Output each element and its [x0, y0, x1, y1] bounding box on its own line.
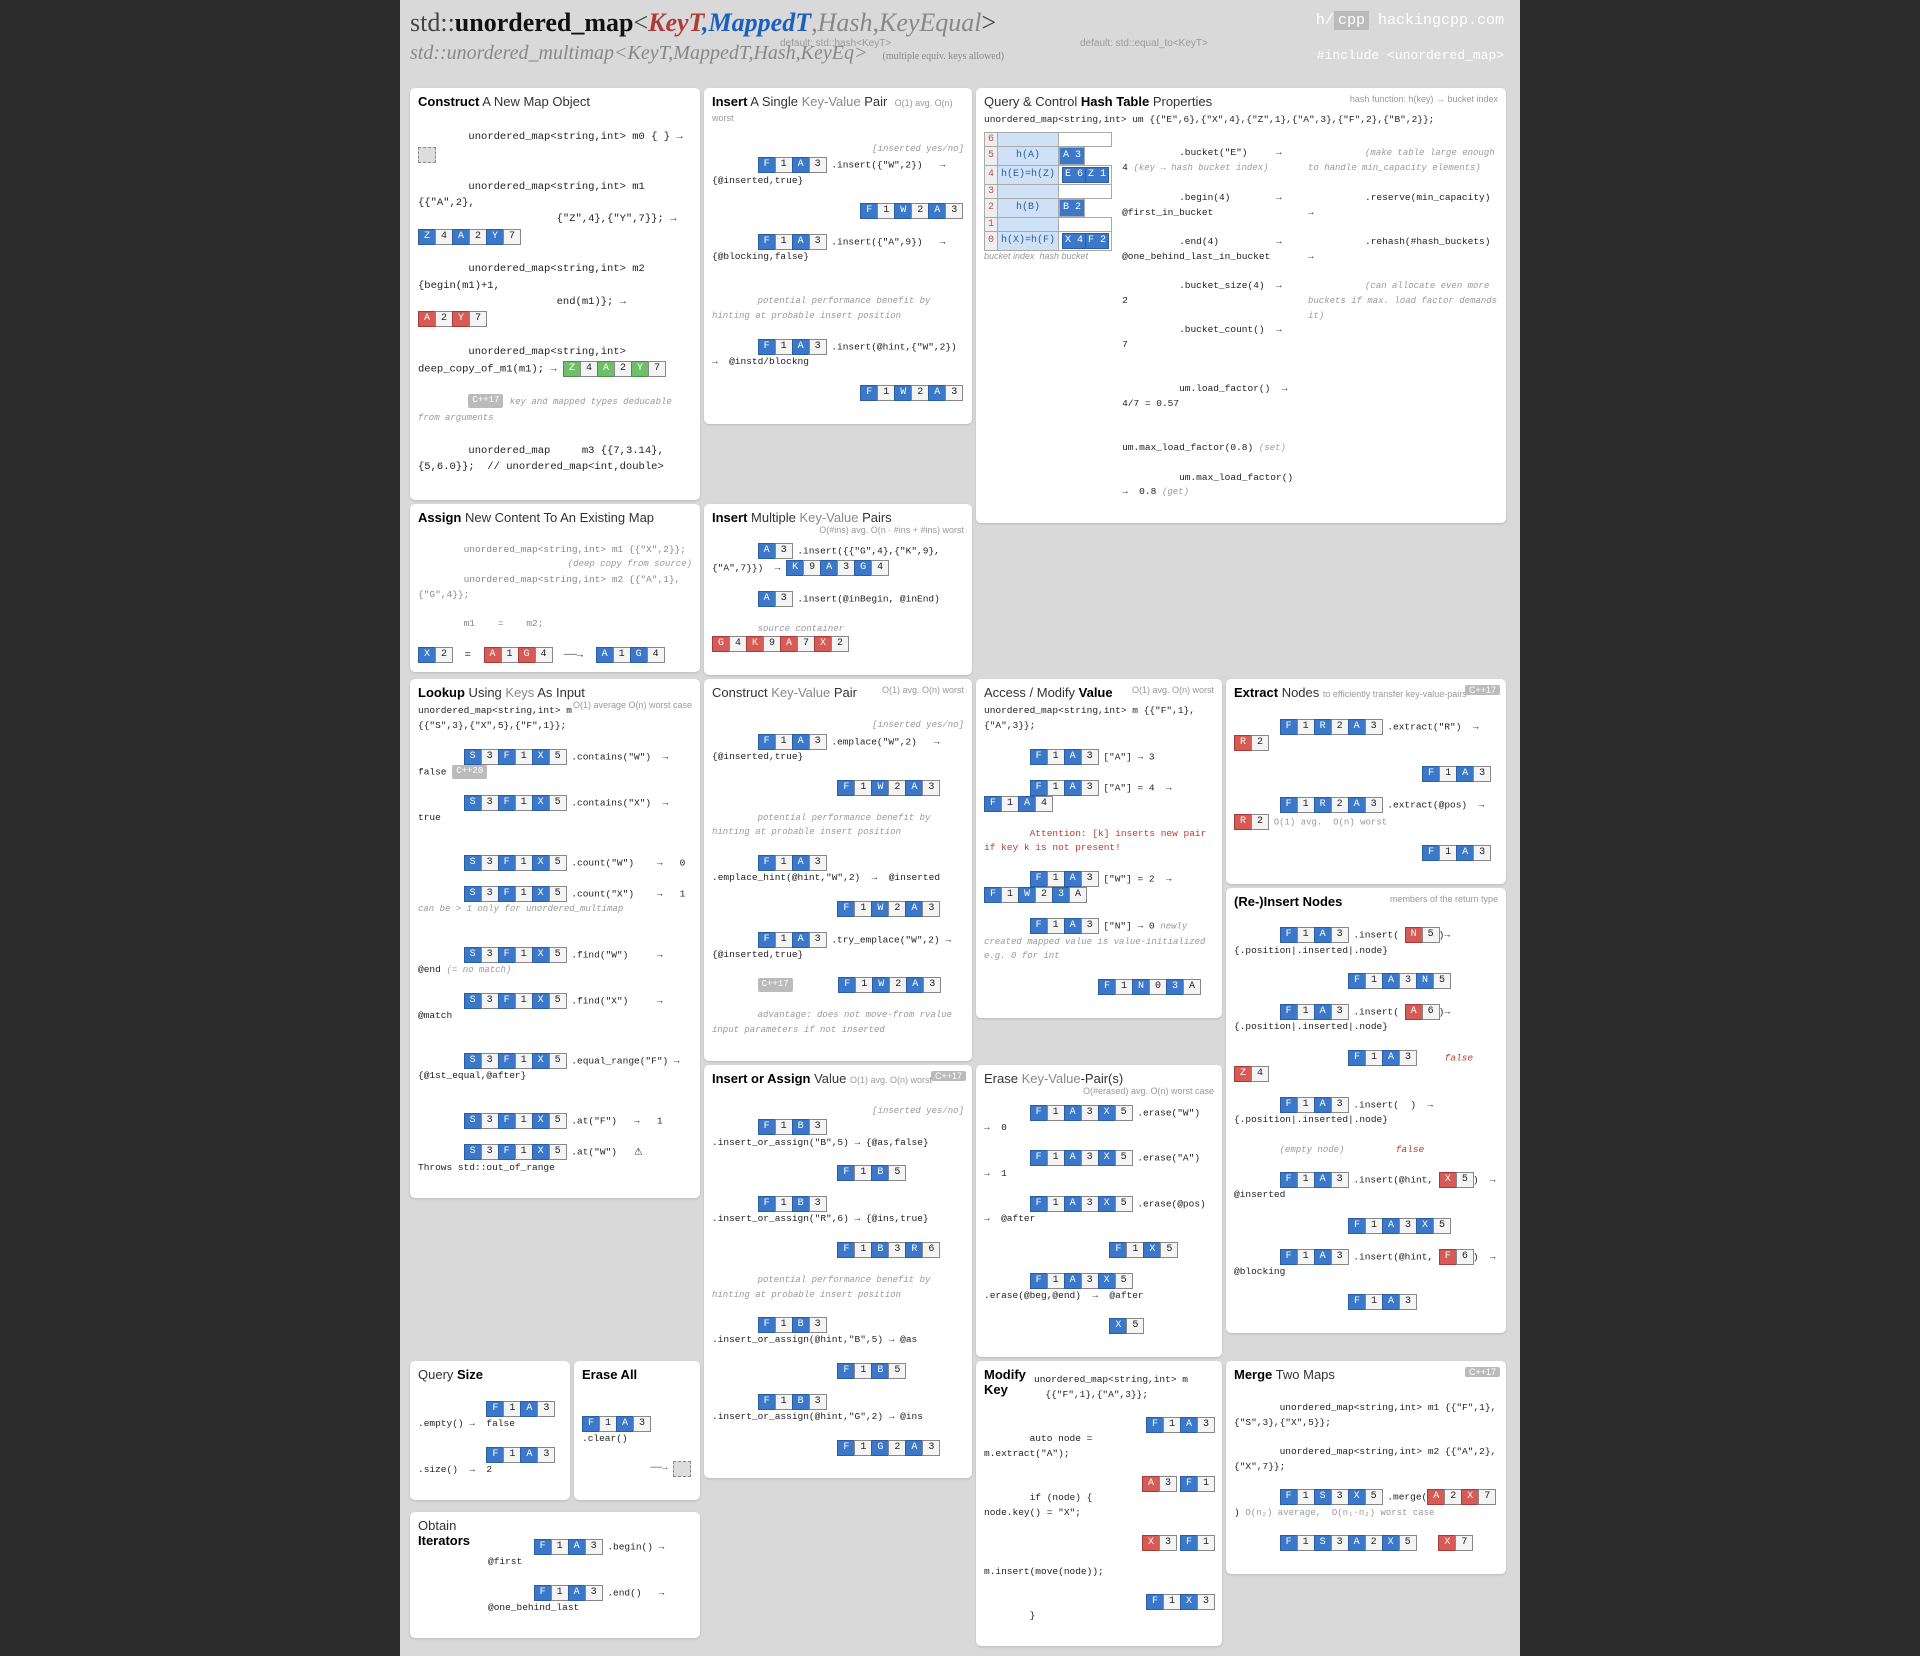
include-directive: #include <unordered_map>	[1317, 48, 1504, 63]
key-type: KeyT	[648, 8, 702, 37]
card-insert-or-assign: C++17 Insert or Assign Value O(1) avg. O…	[704, 1065, 972, 1479]
card-reinsert: (Re-)Insert Nodes members of the return …	[1226, 888, 1506, 1334]
card-construct: Construct A New Map Object unordered_map…	[410, 88, 700, 500]
card-erase-all: Erase All F1A3 .clear() ──→	[574, 1361, 700, 1500]
ns-prefix: std::	[410, 8, 455, 37]
default-hash-note: default: std::hash<KeyT>	[780, 38, 891, 49]
type-name: unordered_map	[455, 8, 634, 37]
card-hash-properties: Query & Control Hash Table Properties ha…	[976, 88, 1506, 523]
row-size-erase: Query Size F1A3 .empty() → false F1A3 .s…	[410, 1361, 700, 1500]
card-assign: Assign New Content To An Existing Map un…	[410, 504, 700, 672]
cheat-sheet: std::unordered_map<KeyT,MappedT,Hash,Key…	[400, 0, 1520, 1656]
cpp-badge: cpp	[1334, 11, 1369, 30]
mapped-type: ,MappedT	[702, 8, 811, 37]
hash-table-diagram: 6 5h(A)A 3 4h(E)=h(Z)E 6Z 1 3 2h(B)B 2 1…	[984, 132, 1112, 515]
multi-note: (multiple equiv. keys allowed)	[883, 51, 1005, 62]
card-insert-multi: Insert Multiple Key-Value Pairs O(#ins) …	[704, 504, 972, 676]
card-extract: C++17 Extract Nodes to efficiently trans…	[1226, 679, 1506, 883]
card-merge: C++17 Merge Two Maps unordered_map<strin…	[1226, 1361, 1506, 1574]
card-size: Query Size F1A3 .empty() → false F1A3 .s…	[410, 1361, 570, 1500]
card-modify-key: ModifyKey unordered_map<string,int> m {{…	[976, 1361, 1222, 1646]
card-iterators: ObtainIterators F1A3 .begin() → @first F…	[410, 1512, 700, 1638]
hash-kequal: ,Hash,KeyEqual	[811, 8, 981, 37]
card-grid: Construct A New Map Object unordered_map…	[410, 88, 1510, 1646]
card-lookup: Lookup Using Keys As Input O(1) average …	[410, 679, 700, 1198]
card-access-modify: Access / Modify Value O(1) avg. O(n) wor…	[976, 679, 1222, 1018]
default-eq-note: default: std::equal_to<KeyT>	[1080, 38, 1208, 49]
header: std::unordered_map<KeyT,MappedT,Hash,Key…	[410, 8, 1510, 88]
brand: h/cpp hackingcpp.com	[1316, 12, 1504, 29]
card-erase: Erase Key-Value-Pair(s) O(#erased) avg. …	[976, 1065, 1222, 1357]
card-construct-kv: Construct Key-Value Pair O(1) avg. O(n) …	[704, 679, 972, 1061]
card-insert-single: Insert A Single Key-Value Pair O(1) avg.…	[704, 88, 972, 424]
